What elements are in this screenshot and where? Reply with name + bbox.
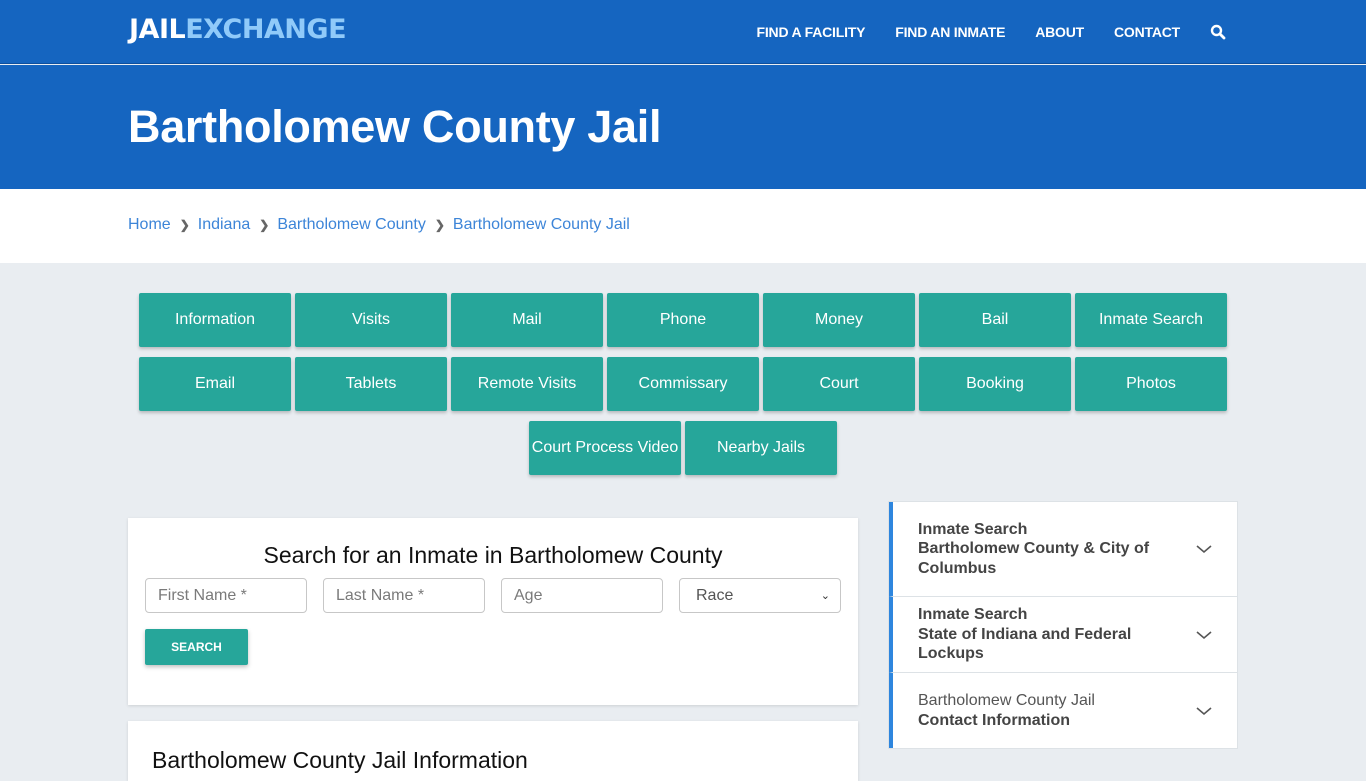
site-logo[interactable]: JAILEXCHANGE: [129, 14, 347, 45]
nav-contact[interactable]: CONTACT: [1114, 24, 1180, 40]
age-input[interactable]: [501, 578, 663, 613]
topic-button-photos[interactable]: Photos: [1075, 357, 1227, 411]
topic-button-commissary[interactable]: Commissary: [607, 357, 759, 411]
nav-find-an-inmate[interactable]: FIND AN INMATE: [895, 24, 1005, 40]
chevron-down-icon: [1195, 627, 1213, 648]
top-navbar: JAILEXCHANGE FIND A FACILITY FIND AN INM…: [0, 0, 1366, 64]
main-nav: FIND A FACILITY FIND AN INMATE ABOUT CON…: [727, 0, 1226, 64]
topic-button-booking[interactable]: Booking: [919, 357, 1071, 411]
accordion-item-heading: Inmate Search: [918, 520, 1028, 538]
topic-button-visits[interactable]: Visits: [295, 293, 447, 347]
nav-about[interactable]: ABOUT: [1035, 24, 1084, 40]
accordion-item-heading: Bartholomew County Jail: [918, 692, 1095, 709]
topic-button-court-process-video[interactable]: Court Process Video: [529, 421, 681, 475]
chevron-right-icon: ❯: [179, 218, 190, 232]
topic-button-information[interactable]: Information: [139, 293, 291, 347]
logo-exchange: EXCHANGE: [185, 14, 347, 45]
topic-button-grid: Information Visits Mail Phone Money Bail…: [137, 293, 1229, 475]
accordion-item-subheading: State of Indiana and Federal Lockups: [918, 625, 1132, 663]
search-icon[interactable]: [1210, 24, 1226, 40]
topic-button-mail[interactable]: Mail: [451, 293, 603, 347]
inmate-search-card: Search for an Inmate in Bartholomew Coun…: [128, 518, 858, 705]
search-button[interactable]: SEARCH: [145, 629, 248, 665]
topic-button-money[interactable]: Money: [763, 293, 915, 347]
last-name-input[interactable]: [323, 578, 485, 613]
breadcrumb-indiana[interactable]: Indiana: [198, 216, 251, 234]
accordion-item-state-inmate-search[interactable]: Inmate Search State of Indiana and Feder…: [889, 597, 1237, 673]
jail-information-card: Bartholomew County Jail Information: [128, 721, 858, 781]
topic-button-phone[interactable]: Phone: [607, 293, 759, 347]
accordion-item-contact-information[interactable]: Bartholomew County Jail Contact Informat…: [889, 673, 1237, 748]
chevron-down-icon: [1195, 703, 1213, 724]
first-name-input[interactable]: [145, 578, 307, 613]
accordion-item-county-inmate-search[interactable]: Inmate Search Bartholomew County & City …: [889, 502, 1237, 597]
topic-button-inmate-search[interactable]: Inmate Search: [1075, 293, 1227, 347]
breadcrumb-county[interactable]: Bartholomew County: [277, 216, 426, 234]
race-select[interactable]: Race ⌄: [679, 578, 841, 613]
accordion-item-subheading: Bartholomew County & City of Columbus: [918, 540, 1150, 577]
nav-find-a-facility[interactable]: FIND A FACILITY: [757, 24, 866, 40]
breadcrumb-jail[interactable]: Bartholomew County Jail: [453, 216, 630, 234]
topic-button-remote-visits[interactable]: Remote Visits: [451, 357, 603, 411]
accordion-item-heading: Inmate Search: [918, 606, 1028, 624]
page-title: Bartholomew County Jail: [128, 101, 662, 152]
topic-button-tablets[interactable]: Tablets: [295, 357, 447, 411]
topic-button-nearby-jails[interactable]: Nearby Jails: [685, 421, 837, 475]
race-select-value: Race: [696, 586, 734, 604]
page-hero: Bartholomew County Jail: [0, 65, 1366, 189]
breadcrumb-bar: Home ❯ Indiana ❯ Bartholomew County ❯ Ba…: [0, 189, 1366, 263]
info-section-title: Bartholomew County Jail Information: [152, 747, 528, 773]
breadcrumb: Home ❯ Indiana ❯ Bartholomew County ❯ Ba…: [128, 216, 630, 234]
topic-button-court[interactable]: Court: [763, 357, 915, 411]
topic-button-email[interactable]: Email: [139, 357, 291, 411]
search-card-title: Search for an Inmate in Bartholomew Coun…: [263, 542, 723, 568]
chevron-right-icon: ❯: [259, 218, 270, 232]
chevron-down-icon: [1195, 541, 1213, 562]
chevron-right-icon: ❯: [434, 218, 445, 232]
topic-button-bail[interactable]: Bail: [919, 293, 1071, 347]
accordion-item-subheading: Contact Information: [918, 711, 1070, 729]
breadcrumb-home[interactable]: Home: [128, 216, 171, 234]
chevron-down-icon: ⌄: [820, 590, 830, 602]
sidebar-accordion: Inmate Search Bartholomew County & City …: [888, 501, 1238, 749]
logo-jail: JAIL: [129, 14, 186, 45]
